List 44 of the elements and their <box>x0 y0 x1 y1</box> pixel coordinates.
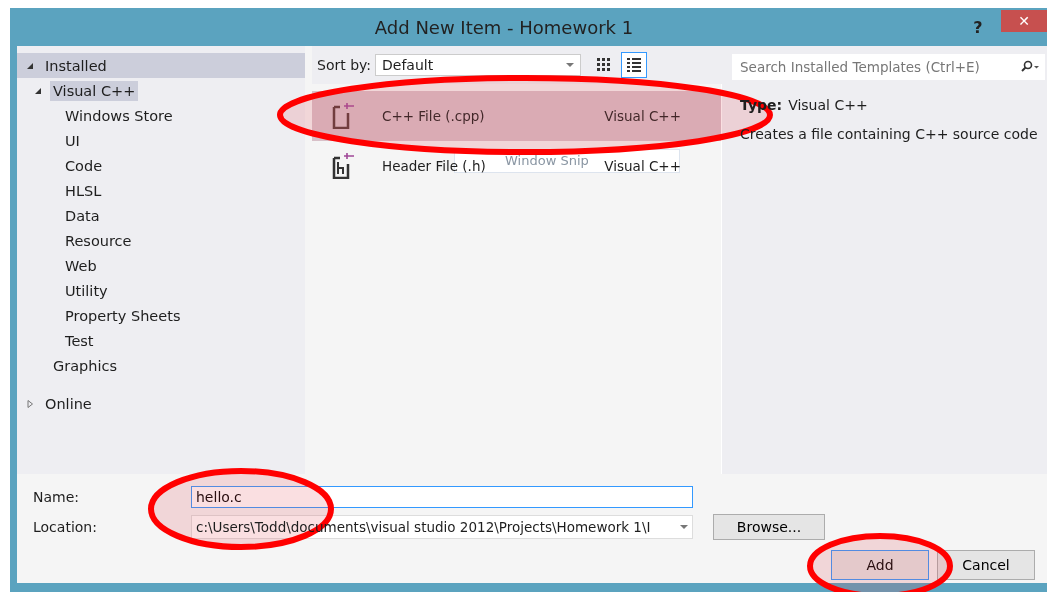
sort-label: Sort by: <box>317 57 372 73</box>
tree-item[interactable]: Test <box>62 330 97 351</box>
browse-button[interactable]: Browse... <box>713 514 825 540</box>
grid-icon <box>597 58 612 72</box>
tree-item[interactable]: Web <box>62 255 100 276</box>
search-field[interactable]: Search Installed Templates (Ctrl+E) <box>732 54 1045 80</box>
cpp-file-icon <box>332 103 354 129</box>
template-description: Creates a file containing C++ source code <box>739 126 1039 142</box>
template-language: Visual C++ <box>604 158 682 174</box>
section-header[interactable]: Online <box>17 391 305 416</box>
tree-item[interactable]: Online <box>42 393 95 414</box>
list-view-button[interactable] <box>621 52 648 78</box>
tree-item[interactable]: Visual C++ <box>50 80 139 101</box>
tree-item[interactable]: Windows Store <box>62 105 176 126</box>
template-name[interactable]: Header File (.h) <box>382 158 486 174</box>
caret-icon <box>566 63 575 67</box>
search-icon <box>1019 60 1039 74</box>
section-header[interactable]: Installed <box>17 53 305 78</box>
tree-item[interactable]: Installed <box>42 55 110 76</box>
close-button[interactable]: ✕ <box>1001 10 1047 32</box>
expanded-arrow-icon[interactable] <box>26 61 34 70</box>
tree-item[interactable]: Property Sheets <box>62 305 184 326</box>
cancel-button[interactable]: Cancel <box>937 550 1035 580</box>
template-row[interactable]: C++ File (.cpp) Visual C++ <box>312 91 721 141</box>
expanded-arrow-icon[interactable] <box>34 86 42 95</box>
header-file-icon <box>332 153 354 179</box>
location-label: Location: <box>33 519 98 535</box>
tree-item[interactable]: UI <box>62 130 83 151</box>
sort-dropdown[interactable]: Default <box>375 54 582 76</box>
help-button[interactable]: ? <box>961 13 995 41</box>
tree-item[interactable]: Utility <box>62 280 111 301</box>
caret-icon <box>680 525 688 529</box>
tree-item[interactable]: Resource <box>62 230 135 251</box>
collapsed-arrow-icon[interactable] <box>26 399 34 408</box>
add-button[interactable]: Add <box>831 550 929 580</box>
tree-item[interactable]: Data <box>62 205 103 226</box>
list-icon <box>627 58 642 72</box>
window-title: Add New Item - Homework 1 <box>373 16 635 38</box>
type-value: Visual C++ <box>788 97 868 113</box>
tree-item[interactable]: Code <box>62 155 106 176</box>
tree-item[interactable]: HLSL <box>62 180 105 201</box>
name-field[interactable]: hello.c <box>191 486 693 508</box>
name-label: Name: <box>33 489 81 505</box>
tree-item[interactable]: Graphics <box>50 355 121 376</box>
